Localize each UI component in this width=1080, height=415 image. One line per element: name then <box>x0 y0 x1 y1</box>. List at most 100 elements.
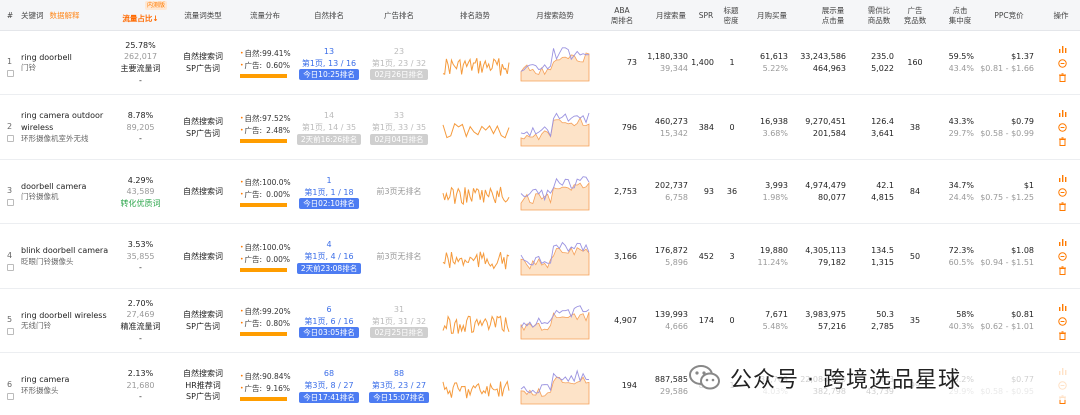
rank-trend-sparkline[interactable] <box>442 239 510 275</box>
header-ppc[interactable]: PPC竞价 <box>984 0 1034 31</box>
row-checkbox[interactable] <box>7 263 14 271</box>
minus-circle-icon[interactable] <box>1057 123 1067 132</box>
trash-icon[interactable] <box>1058 201 1067 211</box>
ad-rank-time-badge[interactable]: 02月04日排名 <box>370 133 428 145</box>
trash-icon[interactable] <box>1058 266 1067 275</box>
header-traffic-share[interactable]: 内测版 流量占比 ↓ <box>108 0 173 31</box>
header-monthly-purchase[interactable]: 月购买量 <box>750 0 794 31</box>
rank-trend-sparkline[interactable] <box>442 303 510 339</box>
natural-rank-time-badge[interactable]: 今日02:10排名 <box>299 198 359 210</box>
header-ad-rank[interactable]: 广告排名 <box>366 0 432 31</box>
search-trend-sparkline[interactable] <box>520 172 590 212</box>
row-checkbox[interactable] <box>7 70 14 77</box>
search-trend-sparkline[interactable] <box>520 366 590 406</box>
minus-circle-icon[interactable] <box>1057 316 1067 326</box>
table-row[interactable]: 1 ring doorbell 门铃 25.78% 262,017 主要流量词 - 自然搜索词… <box>0 31 1080 95</box>
bar-chart-icon[interactable] <box>1058 174 1067 183</box>
natural-rank-value[interactable]: 1 <box>326 175 331 187</box>
natural-rank-time-badge[interactable]: 2天前23:08排名 <box>296 262 362 274</box>
header-ad-products[interactable]: 广告 竞品数 <box>900 0 930 31</box>
table-row[interactable]: 2 ring camera outdoor wireless 环形摄像机室外无线 8.… <box>0 96 1080 160</box>
ppc-cell: $1.08 $0.94 - $1.51 <box>980 225 1034 289</box>
ad-rank-time-badge[interactable]: 02月25日排名 <box>370 327 428 339</box>
bar-chart-icon[interactable] <box>1058 238 1067 247</box>
header-keyword-label[interactable]: 关键词 <box>21 11 44 20</box>
ad-rank-value[interactable]: 23 <box>394 46 404 58</box>
ad-rank-value[interactable]: 31 <box>394 304 404 316</box>
rank-trend-sparkline[interactable] <box>442 368 510 404</box>
header-impr-clicks[interactable]: 展示量 点击量 <box>808 0 858 31</box>
bar-chart-icon[interactable] <box>1058 45 1067 54</box>
traffic-type-item: 自然搜索词 <box>183 251 223 261</box>
search-trend-sparkline[interactable] <box>520 237 590 277</box>
ad-share-value: 2.48% <box>266 125 290 135</box>
natural-rank-value[interactable]: 68 <box>324 368 334 380</box>
header-title-density[interactable]: 标题 密度 <box>720 0 742 31</box>
traffic-dist-cell: • 自然: 100.0% • 广告: 0.00% <box>240 160 291 224</box>
natural-rank-time-badge[interactable]: 2天前16:26排名 <box>296 133 362 145</box>
rank-trend-sparkline[interactable] <box>442 174 510 210</box>
natural-rank-value[interactable]: 6 <box>326 304 331 316</box>
ad-rank-value[interactable]: 88 <box>394 368 404 380</box>
natural-rank-value[interactable]: 4 <box>326 239 331 251</box>
trash-icon[interactable] <box>1058 137 1067 146</box>
minus-circle-icon[interactable] <box>1057 187 1067 197</box>
header-click-conc[interactable]: 点击 集中度 <box>944 0 976 31</box>
minus-circle-icon[interactable] <box>1057 252 1067 261</box>
row-checkbox[interactable] <box>7 328 14 335</box>
header-spr[interactable]: SPR <box>694 0 718 31</box>
traffic-type-item: 自然搜索词 <box>183 187 223 197</box>
keyword-text[interactable]: ring doorbell wireless <box>21 310 107 322</box>
row-checkbox[interactable] <box>7 199 14 206</box>
ad-rank-time-badge[interactable]: 今日15:07排名 <box>369 391 429 403</box>
header-natural-rank[interactable]: 自然排名 <box>298 0 360 31</box>
header-supply-ratio[interactable]: 需供比 商品数 <box>864 0 894 31</box>
table-row[interactable]: 5 ring doorbell wireless 无线门铃 2.70% 27,469 精准… <box>0 289 1080 353</box>
row-index: 3 <box>7 186 13 195</box>
bar-chart-icon[interactable] <box>1058 303 1067 312</box>
aba-cell: 194 <box>600 354 637 415</box>
trash-icon[interactable] <box>1058 330 1067 340</box>
ad-rank-value[interactable]: 33 <box>394 110 404 122</box>
ad-rank-cell: 33 第1页, 33 / 35 02月04日排名 <box>366 96 432 160</box>
ppc-cell: $1 $0.75 - $1.25 <box>980 160 1034 224</box>
natural-rank-value[interactable]: 14 <box>324 110 334 122</box>
header-traffic-type[interactable]: 流量词类型 <box>172 0 234 31</box>
keyword-text[interactable]: blink doorbell camera <box>21 245 108 257</box>
rank-trend-sparkline[interactable] <box>442 45 510 81</box>
keyword-text[interactable]: ring camera <box>21 374 69 386</box>
row-checkbox[interactable] <box>7 392 14 400</box>
natural-rank-time-badge[interactable]: 今日03:05排名 <box>299 327 359 339</box>
header-aba[interactable]: ABA 周排名 <box>604 0 640 31</box>
natural-rank-value[interactable]: 13 <box>324 46 334 58</box>
table-row[interactable]: 4 blink doorbell camera 眨眼门铃摄像头 3.53% 35,855… <box>0 225 1080 289</box>
click-conc-cell: 59.5% 43.4% <box>940 31 974 95</box>
ad-rank-cell: 31 第1页, 31 / 32 02月25日排名 <box>366 289 432 353</box>
table-row[interactable]: 3 doorbell camera 门铃摄像机 4.29% 43,589 转化优质词 自然搜… <box>0 160 1080 224</box>
header-monthly-search[interactable]: 月搜索量 <box>650 0 692 31</box>
bar-chart-icon[interactable] <box>1058 109 1067 118</box>
traffic-extra: - <box>139 392 142 402</box>
header-traffic-dist[interactable]: 流量分布 <box>236 0 294 31</box>
keyword-text[interactable]: ring camera outdoor wireless <box>21 110 113 133</box>
header-search-trend: 月搜索趋势 <box>536 10 574 20</box>
traffic-dist-bar <box>240 396 287 401</box>
aba-cell: 796 <box>600 96 637 160</box>
data-explain-link[interactable]: 数据解释 <box>50 11 80 20</box>
search-trend-sparkline[interactable] <box>520 43 590 83</box>
sort-desc-icon[interactable]: ↓ <box>152 14 158 23</box>
ad-rank-time-badge[interactable]: 02月26日排名 <box>370 69 428 81</box>
natural-rank-time-badge[interactable]: 今日10:25排名 <box>299 69 359 81</box>
keyword-text[interactable]: doorbell camera <box>21 181 86 193</box>
row-checkbox[interactable] <box>7 134 14 142</box>
rank-trend-sparkline[interactable] <box>442 110 510 146</box>
supply-ratio-value: 42.1 <box>876 181 894 191</box>
minus-circle-icon[interactable] <box>1057 58 1067 68</box>
search-trend-sparkline[interactable] <box>520 108 590 148</box>
natural-rank-time-badge[interactable]: 今日17:41排名 <box>299 391 359 403</box>
search-trend-sparkline[interactable] <box>520 301 590 341</box>
keyword-text[interactable]: ring doorbell <box>21 52 72 64</box>
row-index: 1 <box>7 57 13 66</box>
supply-ratio-value: 50.3 <box>876 310 894 320</box>
trash-icon[interactable] <box>1058 72 1067 82</box>
